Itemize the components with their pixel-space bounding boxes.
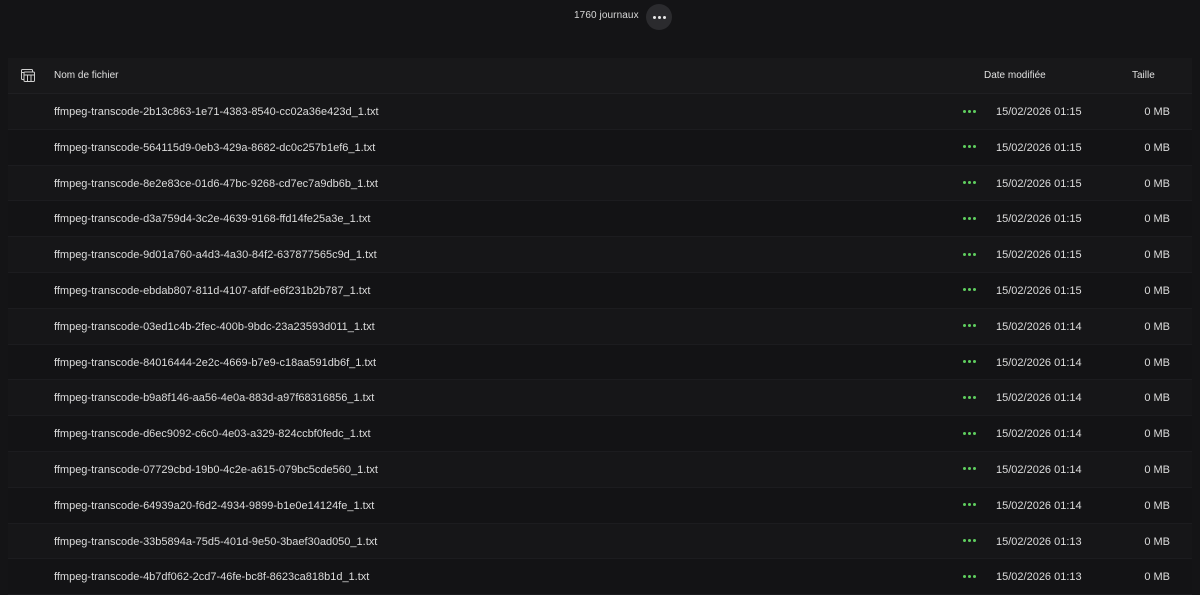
more-horizontal-icon (962, 145, 976, 149)
file-date: 15/02/2026 01:15 (996, 141, 1082, 154)
file-date: 15/02/2026 01:15 (996, 284, 1082, 297)
more-horizontal-icon (962, 395, 976, 399)
row-actions-button[interactable] (960, 106, 978, 116)
file-name[interactable]: ffmpeg-transcode-33b5894a-75d5-401d-9e50… (54, 536, 377, 548)
column-header-name[interactable]: Nom de fichier (54, 70, 118, 81)
file-size: 0 MB (1144, 392, 1170, 405)
more-horizontal-icon (962, 181, 976, 185)
file-size: 0 MB (1144, 428, 1170, 441)
more-options-button[interactable] (646, 4, 672, 30)
file-date: 15/02/2026 01:15 (996, 213, 1082, 226)
more-horizontal-icon (652, 15, 666, 19)
file-name[interactable]: ffmpeg-transcode-ebdab807-811d-4107-afdf… (54, 285, 370, 297)
more-horizontal-icon (962, 431, 976, 435)
more-horizontal-icon (962, 216, 976, 220)
file-size: 0 MB (1144, 535, 1170, 548)
more-horizontal-icon (962, 324, 976, 328)
row-actions-button[interactable] (960, 571, 978, 581)
file-size: 0 MB (1144, 249, 1170, 262)
column-header-date[interactable]: Date modifiée (984, 70, 1046, 81)
file-name[interactable]: ffmpeg-transcode-4b7df062-2cd7-46fe-bc8f… (54, 571, 369, 583)
more-horizontal-icon (962, 467, 976, 471)
table-select-icon[interactable] (21, 69, 35, 82)
top-bar: 1760 journaux (0, 0, 1200, 36)
table-row[interactable]: ffmpeg-transcode-84016444-2e2c-4669-b7e9… (8, 344, 1192, 381)
file-size: 0 MB (1144, 106, 1170, 118)
row-actions-button[interactable] (960, 249, 978, 259)
table-row[interactable]: ffmpeg-transcode-564115d9-0eb3-429a-8682… (8, 129, 1192, 166)
file-date: 15/02/2026 01:14 (996, 392, 1082, 405)
file-table: Nom de fichier Date modifiée Taille ffmp… (8, 58, 1192, 595)
file-name[interactable]: ffmpeg-transcode-8e2e83ce-01d6-47bc-9268… (54, 178, 378, 190)
file-name[interactable]: ffmpeg-transcode-d3a759d4-3c2e-4639-9168… (54, 213, 370, 225)
table-row[interactable]: ffmpeg-transcode-d6ec9092-c6c0-4e03-a329… (8, 416, 1192, 452)
row-actions-button[interactable] (960, 321, 978, 331)
table-body: ffmpeg-transcode-2b13c863-1e71-4383-8540… (8, 94, 1192, 595)
file-date: 15/02/2026 01:13 (996, 535, 1082, 548)
table-row[interactable]: ffmpeg-transcode-03ed1c4b-2fec-400b-9bdc… (8, 308, 1192, 345)
file-name[interactable]: ffmpeg-transcode-2b13c863-1e71-4383-8540… (54, 106, 379, 118)
file-date: 15/02/2026 01:14 (996, 499, 1082, 512)
file-size: 0 MB (1144, 499, 1170, 512)
table-row[interactable]: ffmpeg-transcode-9d01a760-a4d3-4a30-84f2… (8, 237, 1192, 273)
table-row[interactable]: ffmpeg-transcode-ebdab807-811d-4107-afdf… (8, 272, 1192, 309)
file-date: 15/02/2026 01:15 (996, 177, 1082, 190)
log-count-label: 1760 journaux (574, 10, 639, 21)
table-row[interactable]: ffmpeg-transcode-33b5894a-75d5-401d-9e50… (8, 523, 1192, 560)
file-size: 0 MB (1144, 320, 1170, 333)
file-name[interactable]: ffmpeg-transcode-07729cbd-19b0-4c2e-a615… (54, 464, 378, 476)
row-actions-button[interactable] (960, 142, 978, 152)
more-horizontal-icon (962, 252, 976, 256)
file-size: 0 MB (1144, 571, 1170, 584)
more-horizontal-icon (962, 503, 976, 507)
row-actions-button[interactable] (960, 536, 978, 546)
row-actions-button[interactable] (960, 213, 978, 223)
row-actions-button[interactable] (960, 285, 978, 295)
file-name[interactable]: ffmpeg-transcode-9d01a760-a4d3-4a30-84f2… (54, 249, 377, 261)
file-name[interactable]: ffmpeg-transcode-564115d9-0eb3-429a-8682… (54, 142, 375, 154)
file-date: 15/02/2026 01:14 (996, 320, 1082, 333)
table-row[interactable]: ffmpeg-transcode-d3a759d4-3c2e-4639-9168… (8, 201, 1192, 238)
table-header: Nom de fichier Date modifiée Taille (8, 58, 1192, 94)
file-size: 0 MB (1144, 284, 1170, 297)
file-date: 15/02/2026 01:15 (996, 249, 1082, 262)
more-horizontal-icon (962, 539, 976, 543)
table-row[interactable]: ffmpeg-transcode-07729cbd-19b0-4c2e-a615… (8, 451, 1192, 488)
file-date: 15/02/2026 01:13 (996, 571, 1082, 584)
more-horizontal-icon (962, 360, 976, 364)
row-actions-button[interactable] (960, 500, 978, 510)
row-actions-button[interactable] (960, 428, 978, 438)
file-name[interactable]: ffmpeg-transcode-d6ec9092-c6c0-4e03-a329… (54, 428, 371, 440)
column-header-size[interactable]: Taille (1132, 70, 1155, 81)
more-horizontal-icon (962, 109, 976, 113)
file-size: 0 MB (1144, 141, 1170, 154)
row-actions-button[interactable] (960, 464, 978, 474)
table-row[interactable]: ffmpeg-transcode-64939a20-f6d2-4934-9899… (8, 487, 1192, 524)
file-name[interactable]: ffmpeg-transcode-b9a8f146-aa56-4e0a-883d… (54, 392, 374, 404)
file-size: 0 MB (1144, 463, 1170, 476)
row-actions-button[interactable] (960, 392, 978, 402)
row-actions-button[interactable] (960, 357, 978, 367)
file-size: 0 MB (1144, 356, 1170, 369)
table-row[interactable]: ffmpeg-transcode-b9a8f146-aa56-4e0a-883d… (8, 380, 1192, 417)
table-row[interactable]: ffmpeg-transcode-8e2e83ce-01d6-47bc-9268… (8, 165, 1192, 202)
more-horizontal-icon (962, 288, 976, 292)
file-date: 15/02/2026 01:14 (996, 463, 1082, 476)
row-actions-button[interactable] (960, 178, 978, 188)
file-date: 15/02/2026 01:14 (996, 356, 1082, 369)
file-date: 15/02/2026 01:15 (996, 106, 1082, 118)
file-size: 0 MB (1144, 177, 1170, 190)
table-row[interactable]: ffmpeg-transcode-2b13c863-1e71-4383-8540… (8, 94, 1192, 130)
file-name[interactable]: ffmpeg-transcode-64939a20-f6d2-4934-9899… (54, 500, 374, 512)
file-date: 15/02/2026 01:14 (996, 428, 1082, 441)
more-horizontal-icon (962, 574, 976, 578)
file-size: 0 MB (1144, 213, 1170, 226)
file-name[interactable]: ffmpeg-transcode-03ed1c4b-2fec-400b-9bdc… (54, 321, 375, 333)
file-name[interactable]: ffmpeg-transcode-84016444-2e2c-4669-b7e9… (54, 357, 376, 369)
